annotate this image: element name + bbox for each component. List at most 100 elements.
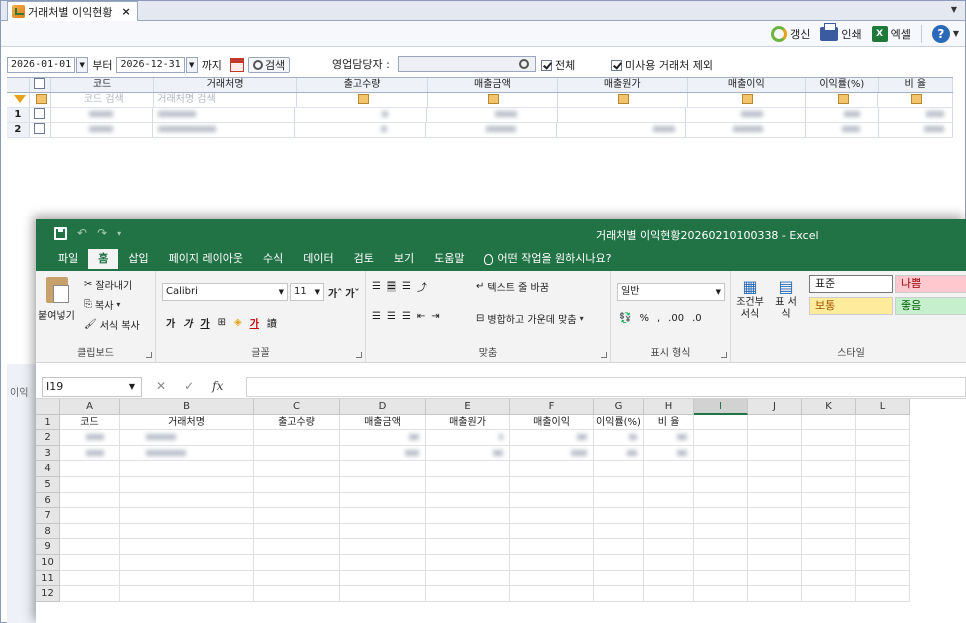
close-tab-button[interactable]: × [121, 5, 130, 18]
sheet-cell[interactable] [60, 570, 120, 587]
sheet-cell[interactable] [694, 554, 748, 571]
sheet-cell[interactable] [748, 523, 802, 540]
sheet-cell[interactable] [60, 476, 120, 493]
sheet-cell[interactable] [594, 539, 644, 555]
column-header-j[interactable]: J [748, 399, 802, 415]
style-good[interactable]: 좋음 [895, 297, 966, 315]
sheet-cell[interactable] [510, 461, 594, 477]
sheet-cell[interactable] [340, 476, 426, 493]
phonetic-icon[interactable]: 讀 [267, 315, 277, 330]
sheet-cell[interactable] [60, 430, 120, 446]
sheet-cell[interactable] [694, 461, 748, 477]
sheet-cell[interactable] [594, 570, 644, 587]
column-header-l[interactable]: L [856, 399, 910, 415]
cell-margin[interactable] [806, 108, 879, 122]
name-box[interactable]: I19 ▼ [42, 377, 142, 397]
save-icon[interactable] [54, 226, 67, 240]
sheet-cell[interactable] [60, 492, 120, 509]
sheet-cell[interactable] [426, 554, 510, 571]
sheet-cell[interactable] [802, 539, 856, 555]
sheet-cell[interactable] [748, 461, 802, 477]
sheet-cell[interactable] [856, 523, 910, 540]
sheet-cell[interactable] [856, 508, 910, 524]
sheet-cell[interactable] [802, 430, 856, 446]
cell-qty[interactable] [295, 108, 427, 122]
column-header-h[interactable]: H [644, 399, 694, 415]
sheet-cell[interactable] [748, 445, 802, 462]
cell-qty[interactable] [295, 123, 427, 137]
tab-review[interactable]: 검토 [344, 249, 384, 271]
cell-profit[interactable] [686, 108, 806, 122]
sheet-cell[interactable] [340, 508, 426, 524]
column-header-g[interactable]: G [594, 399, 644, 415]
all-checkbox[interactable]: 전체 [541, 57, 575, 73]
sheet-cell[interactable] [644, 461, 694, 477]
column-header-d[interactable]: D [340, 399, 426, 415]
percent-icon[interactable]: % [639, 313, 649, 324]
col-header-qty[interactable]: 출고수량 [297, 78, 428, 92]
sheet-cell[interactable] [856, 492, 910, 509]
sheet-cell[interactable] [748, 586, 802, 602]
sheet-cell[interactable] [60, 586, 120, 602]
formula-input[interactable] [246, 377, 966, 397]
italic-icon[interactable]: 가 [183, 315, 192, 330]
sheet-cell[interactable] [748, 492, 802, 509]
grow-font-icon[interactable]: 가ˆ [328, 285, 342, 300]
ratio-filter-icon[interactable] [878, 93, 953, 107]
select-all-checkbox[interactable] [34, 78, 46, 89]
sheet-cell[interactable] [802, 586, 856, 602]
print-button[interactable]: 인쇄 [820, 22, 862, 42]
paste-button[interactable]: 붙여넣기 [38, 307, 75, 322]
row-header[interactable]: 10 [36, 554, 60, 571]
sheet-cell[interactable] [60, 554, 120, 571]
decrease-decimal-icon[interactable]: .0 [692, 313, 702, 324]
date-to-dropdown[interactable]: ▼ [185, 57, 198, 73]
cell-margin[interactable] [806, 123, 879, 137]
cell-profit[interactable] [686, 123, 806, 137]
sheet-cell[interactable] [426, 586, 510, 602]
sheet-cell[interactable] [120, 523, 254, 540]
date-from-input[interactable]: 2026-01-01 [7, 57, 76, 73]
sheet-cell[interactable] [426, 445, 510, 462]
sheet-cell[interactable] [694, 570, 748, 587]
font-launcher-icon[interactable] [356, 352, 362, 358]
column-header-i[interactable]: I [694, 399, 748, 415]
cell-cost[interactable] [557, 123, 687, 137]
date-to-input[interactable]: 2026-12-31 [116, 57, 185, 73]
row-header[interactable]: 4 [36, 461, 60, 477]
date-from-dropdown[interactable]: ▼ [76, 57, 89, 73]
tab-formulas[interactable]: 수식 [253, 249, 293, 271]
sheet-cell[interactable] [644, 586, 694, 602]
sheet-cell[interactable] [802, 445, 856, 462]
name-filter-input[interactable]: 거래처명 검색 [154, 93, 298, 107]
format-table-button[interactable]: ▤ 표 서식 [771, 277, 801, 321]
sheet-cell[interactable] [510, 539, 594, 555]
sheet-cell[interactable] [594, 445, 644, 462]
sheet-cell[interactable]: 출고수량 [254, 414, 340, 431]
row-header[interactable]: 12 [36, 586, 60, 602]
sheet-cell[interactable] [426, 570, 510, 587]
sheet-cell[interactable] [856, 570, 910, 587]
column-header-a[interactable]: A [60, 399, 120, 415]
row-header[interactable]: 2 [36, 430, 60, 446]
sheet-cell[interactable] [694, 430, 748, 446]
sheet-cell[interactable] [340, 554, 426, 571]
sheet-cell[interactable] [60, 523, 120, 540]
sheet-cell[interactable] [856, 586, 910, 602]
sheet-cell[interactable] [644, 492, 694, 509]
tab-view[interactable]: 보기 [384, 249, 424, 271]
filter-edit-icon[interactable] [30, 93, 52, 107]
sheet-cell[interactable] [802, 570, 856, 587]
sheet-cell[interactable] [510, 508, 594, 524]
sheet-cell[interactable] [510, 586, 594, 602]
search-button[interactable]: 검색 [247, 57, 291, 73]
sheet-cell[interactable] [594, 508, 644, 524]
comma-icon[interactable]: , [657, 313, 660, 324]
help-button[interactable]: ? ▼ [931, 24, 959, 43]
sheet-cell[interactable] [426, 492, 510, 509]
checkbox-checked[interactable] [541, 59, 552, 71]
cell-cost[interactable] [558, 108, 687, 122]
sheet-cell[interactable] [340, 430, 426, 446]
font-name-select[interactable]: Calibri ▼ [162, 283, 288, 301]
sheet-cell[interactable] [340, 523, 426, 540]
